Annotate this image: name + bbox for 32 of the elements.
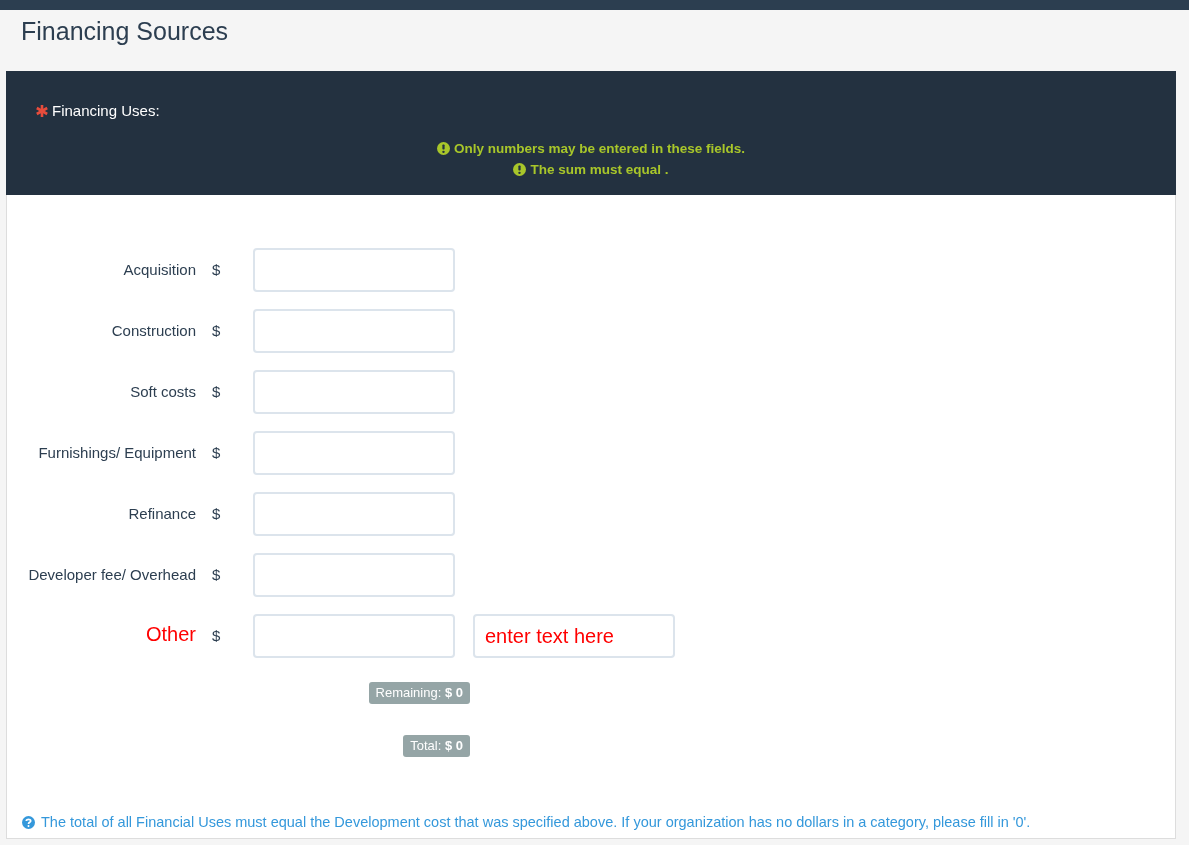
field-label: Acquisition (123, 260, 196, 280)
field-label: Developer fee/ Overhead (28, 565, 196, 585)
help-icon (22, 815, 35, 829)
amount-field[interactable] (253, 248, 455, 292)
section-label: Financing Uses: (52, 101, 160, 121)
amount-field[interactable] (253, 614, 455, 658)
currency-symbol: $ (212, 443, 221, 463)
warning-text: The sum must equal . (530, 160, 669, 179)
amount-field[interactable] (253, 553, 455, 597)
amount-field[interactable] (253, 309, 455, 353)
currency-symbol: $ (212, 382, 221, 402)
page-title: Financing Sources (21, 16, 229, 46)
currency-symbol: $ (212, 565, 221, 585)
total-badge: Total: $ 0 (403, 735, 470, 757)
field-label: Other (145, 622, 196, 646)
exclamation-icon (436, 142, 450, 155)
currency-symbol: $ (212, 626, 221, 646)
amount-field[interactable] (253, 492, 455, 536)
description-field[interactable]: enter text here (473, 614, 675, 658)
field-label: Refinance (128, 504, 196, 524)
remaining-badge: Remaining: $ 0 (368, 682, 470, 704)
field-label: Soft costs (130, 382, 196, 402)
currency-symbol: $ (212, 260, 221, 280)
currency-symbol: $ (212, 504, 221, 524)
help-note: The total of all Financial Uses must equal the Development cost that was specified above. If your organization has no dollars in a category, please fill in '0'. (41, 813, 1031, 832)
currency-symbol: $ (212, 321, 221, 341)
warning-text: Only numbers may be entered in these fields. (453, 139, 746, 158)
amount-field[interactable] (253, 370, 455, 414)
field-label: Furnishings/ Equipment (38, 443, 196, 463)
field-label: Construction (111, 321, 196, 341)
exclamation-icon (513, 163, 527, 176)
amount-field[interactable] (253, 431, 455, 475)
